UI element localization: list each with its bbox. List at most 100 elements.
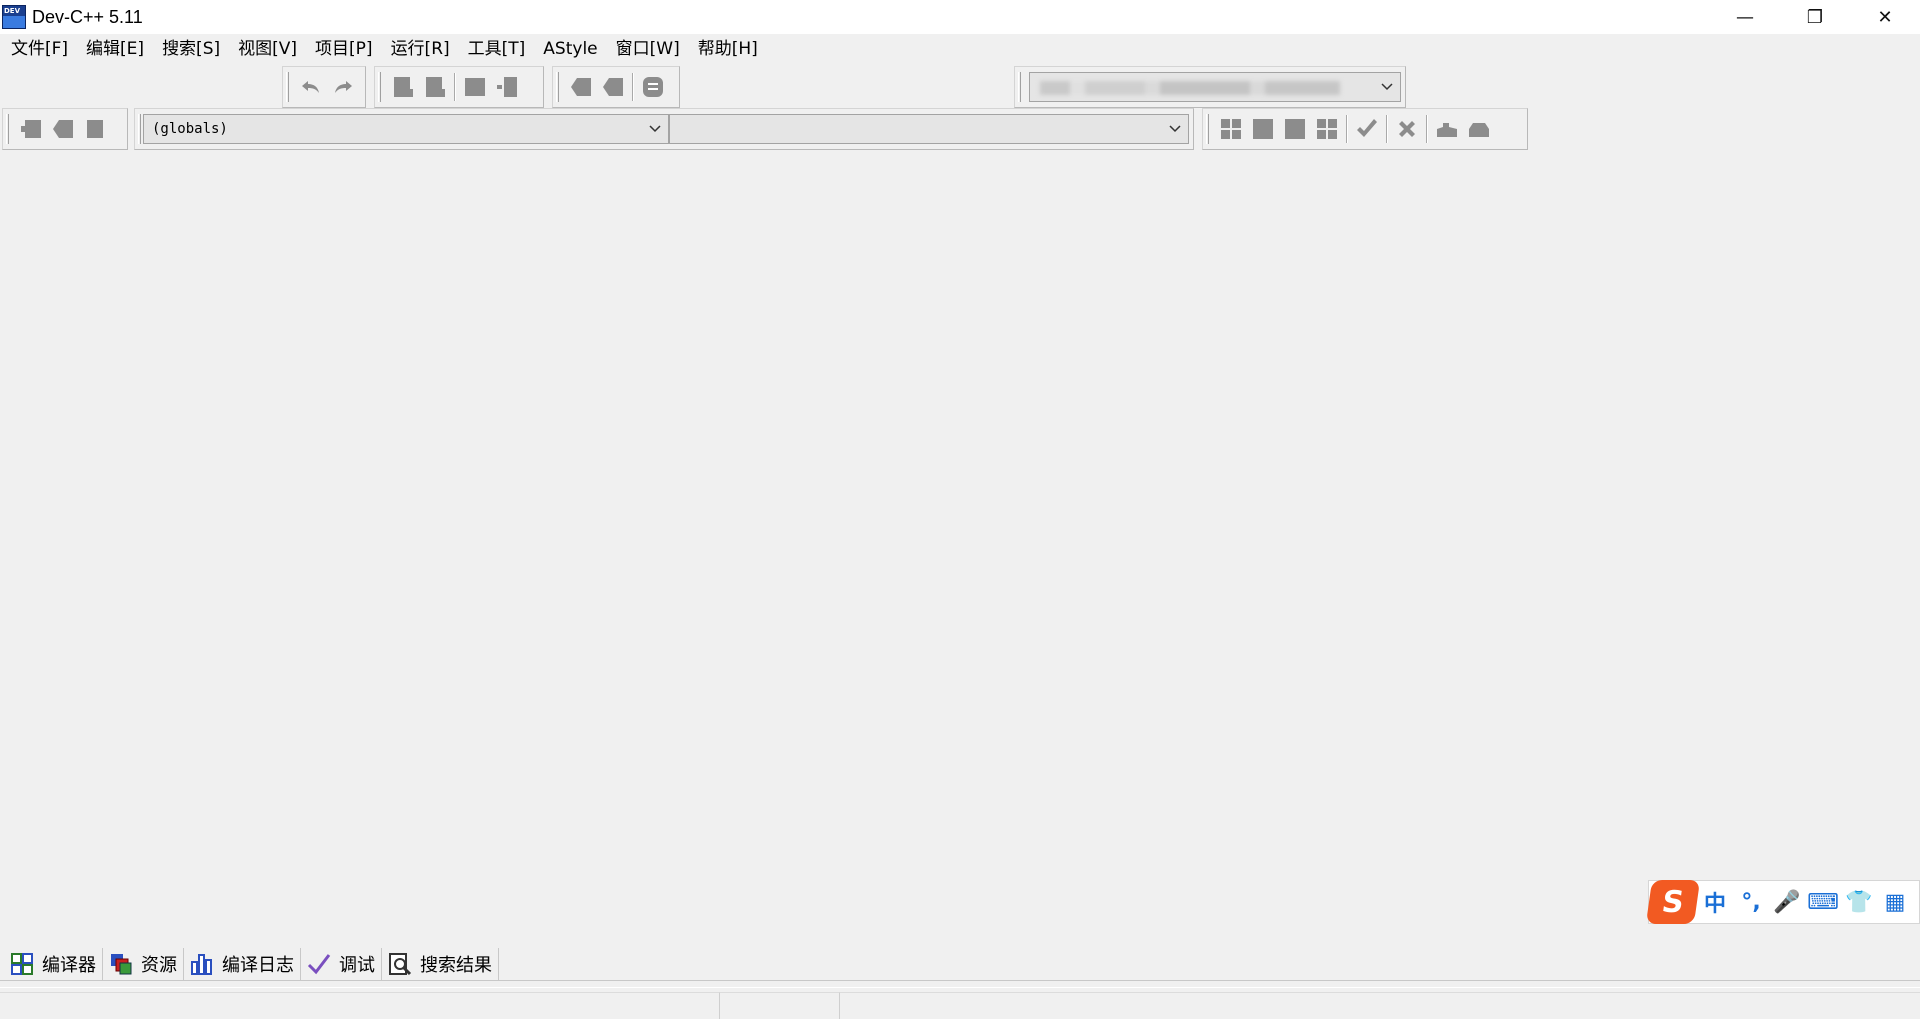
menu-view[interactable]: 视图[V] xyxy=(229,34,306,64)
class-select[interactable]: (globals) xyxy=(143,114,669,144)
toolbar-grip[interactable] xyxy=(378,72,381,102)
tab-compile-log[interactable]: 编译日志 xyxy=(184,948,301,980)
menu-edit[interactable]: 编辑[E] xyxy=(77,34,153,64)
ime-mode-toggle[interactable]: 中 xyxy=(1697,886,1733,918)
tab-compiler-label: 编译器 xyxy=(42,955,96,976)
redo-button[interactable] xyxy=(327,71,359,103)
ime-voice-icon[interactable]: 🎤 xyxy=(1769,890,1805,915)
menu-search[interactable]: 搜索[S] xyxy=(153,34,229,64)
replace-icon xyxy=(426,77,445,97)
toolbar-class-browser-group: (globals) xyxy=(134,108,1194,150)
title-bar: Dev-C++ 5.11 — ❐ ✕ xyxy=(0,0,1920,34)
open-file-button[interactable] xyxy=(47,113,79,145)
find-icon xyxy=(394,77,413,97)
new-file-icon xyxy=(21,120,41,138)
ime-punctuation-toggle[interactable]: °, xyxy=(1733,890,1769,915)
toolbar-grip[interactable] xyxy=(1018,72,1021,102)
status-cell-info xyxy=(840,992,1920,1019)
compile-button[interactable] xyxy=(1215,113,1247,145)
member-select[interactable] xyxy=(669,114,1189,144)
bottom-panel-tabs: 编译器 资源 编译日志 调试 搜索结果 xyxy=(4,948,499,980)
toolbar-grip[interactable] xyxy=(1206,114,1209,144)
undo-button[interactable] xyxy=(295,71,327,103)
tab-compile-log-label: 编译日志 xyxy=(222,955,294,976)
compile-run-icon xyxy=(1285,119,1305,139)
run-icon xyxy=(1253,119,1273,139)
menu-help[interactable]: 帮助[H] xyxy=(689,34,767,64)
menu-astyle[interactable]: AStyle xyxy=(534,34,606,64)
toolbar-run-group xyxy=(1202,108,1528,150)
maximize-button[interactable]: ❐ xyxy=(1780,0,1850,34)
unindent-icon xyxy=(603,78,623,96)
ime-keyboard-icon[interactable]: ⌨ xyxy=(1805,890,1841,915)
status-cell-mode xyxy=(720,992,840,1019)
devcpp-app-icon[interactable] xyxy=(2,5,26,29)
new-file-button[interactable] xyxy=(15,113,47,145)
tab-search-results-label: 搜索结果 xyxy=(420,955,492,976)
toolbar-separator xyxy=(1426,115,1428,143)
check-icon xyxy=(1357,119,1377,137)
toolbar-separator xyxy=(454,73,456,101)
debug-check-icon xyxy=(307,954,331,975)
menu-tools[interactable]: 工具[T] xyxy=(459,34,535,64)
menu-window[interactable]: 窗口[W] xyxy=(607,34,689,64)
toolbar-grip[interactable] xyxy=(6,114,9,144)
close-x-icon xyxy=(1399,121,1415,137)
goto-line-button[interactable] xyxy=(491,71,523,103)
tab-resources[interactable]: 资源 xyxy=(103,948,184,980)
replace-button[interactable] xyxy=(419,71,451,103)
toolbar-grip[interactable] xyxy=(138,114,141,144)
indent-button[interactable] xyxy=(565,71,597,103)
class-select-value: (globals) xyxy=(152,121,228,137)
menu-project[interactable]: 项目[P] xyxy=(306,34,382,64)
tab-debug[interactable]: 调试 xyxy=(301,948,382,980)
window-controls: — ❐ ✕ xyxy=(1710,0,1920,34)
unindent-button[interactable] xyxy=(597,71,629,103)
comment-icon xyxy=(643,77,663,97)
status-bar xyxy=(0,992,1920,1019)
toolbar-bookmark-group xyxy=(552,66,680,108)
editor-area[interactable] xyxy=(0,150,1920,945)
compiler-name-blurred xyxy=(1040,81,1340,95)
tab-compiler[interactable]: 编译器 xyxy=(4,948,103,980)
close-button[interactable]: ✕ xyxy=(1850,0,1920,34)
syntax-check-button[interactable] xyxy=(1351,113,1383,145)
ime-skin-icon[interactable]: 👕 xyxy=(1841,890,1877,915)
compile-run-button[interactable] xyxy=(1279,113,1311,145)
ime-toolbox-icon[interactable]: ▦ xyxy=(1877,890,1913,915)
debug-button[interactable] xyxy=(1431,113,1463,145)
menu-file[interactable]: 文件[F] xyxy=(2,34,77,64)
profile-button[interactable] xyxy=(1463,113,1495,145)
toolbar-compiler-group xyxy=(1014,66,1406,108)
redo-icon xyxy=(335,81,352,93)
compiler-select[interactable] xyxy=(1029,72,1401,102)
toolbar-separator xyxy=(632,73,634,101)
toolbar-grip[interactable] xyxy=(556,72,559,102)
rebuild-all-button[interactable] xyxy=(1311,113,1343,145)
menu-bar: 文件[F] 编辑[E] 搜索[S] 视图[V] 项目[P] 运行[R] 工具[T… xyxy=(0,34,1920,64)
tab-debug-label: 调试 xyxy=(339,955,375,976)
goto-line-icon xyxy=(497,77,517,97)
compile-grid-icon xyxy=(1221,119,1241,139)
sogou-logo-icon[interactable]: S xyxy=(1645,880,1701,924)
chevron-down-icon xyxy=(1381,83,1393,91)
toggle-comment-button[interactable] xyxy=(637,71,669,103)
profile-icon xyxy=(1469,123,1489,137)
toolbar-separator xyxy=(1386,115,1388,143)
compile-log-chart-icon xyxy=(191,954,212,975)
find-button[interactable] xyxy=(387,71,419,103)
bottom-panel-divider[interactable] xyxy=(0,980,1920,988)
indent-icon xyxy=(571,78,591,96)
toolbar-grip[interactable] xyxy=(286,72,289,102)
run-button[interactable] xyxy=(1247,113,1279,145)
menu-run[interactable]: 运行[R] xyxy=(382,34,459,64)
stop-execution-button[interactable] xyxy=(1391,113,1423,145)
status-cell-position xyxy=(0,992,720,1019)
save-file-button[interactable] xyxy=(79,113,111,145)
minimize-button[interactable]: — xyxy=(1710,0,1780,34)
chevron-down-icon xyxy=(1169,125,1181,133)
tab-resources-label: 资源 xyxy=(141,955,177,976)
find-next-icon xyxy=(465,78,485,96)
find-next-button[interactable] xyxy=(459,71,491,103)
tab-search-results[interactable]: 搜索结果 xyxy=(382,948,499,980)
